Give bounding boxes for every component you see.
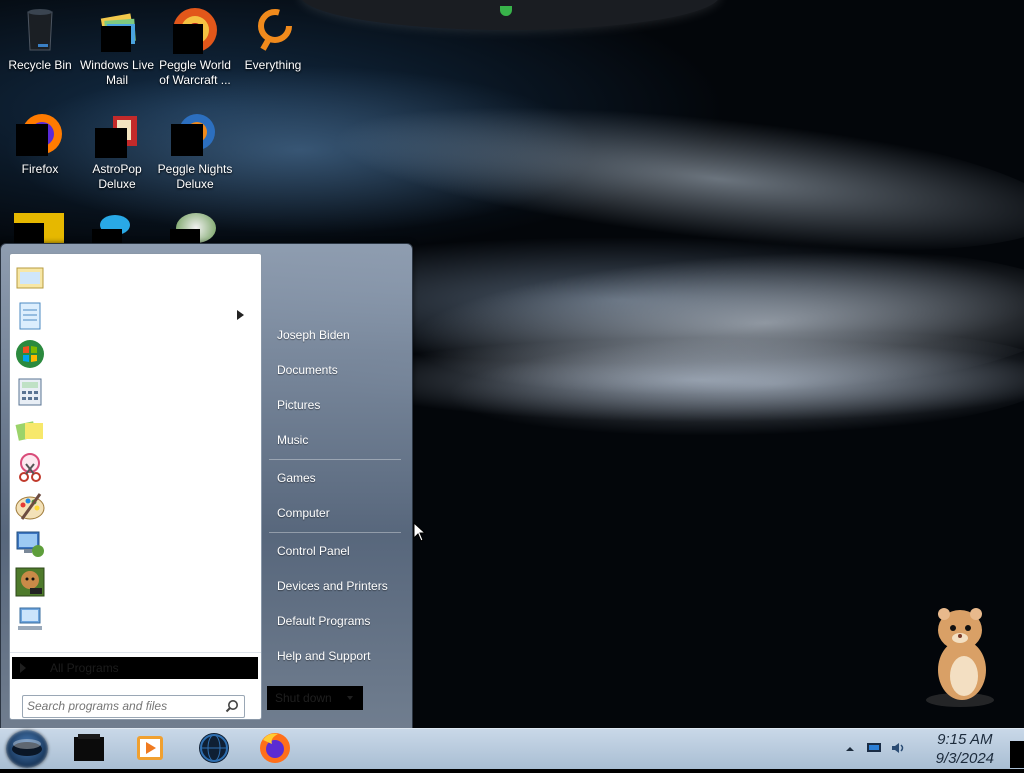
- search-input[interactable]: [27, 698, 219, 713]
- network-tray-icon: [867, 743, 881, 752]
- remote-desktop-icon: [16, 531, 44, 557]
- mouse-cursor-icon: [413, 522, 427, 542]
- volume-tray-icon: [892, 743, 904, 753]
- search-icon[interactable]: [225, 699, 239, 713]
- shutdown-label: Shut down: [275, 691, 332, 705]
- desktop-icon-label: AstroPop Deluxe: [92, 162, 142, 191]
- desktop-icon-partial[interactable]: [170, 213, 220, 243]
- getting-started-icon: [16, 340, 44, 368]
- desktop-icon-astropop[interactable]: AstroPop Deluxe: [77, 104, 157, 192]
- start-item-music[interactable]: Music: [277, 433, 308, 447]
- divider: [269, 459, 401, 460]
- pinned-program[interactable]: [12, 526, 252, 562]
- taskbar-clock[interactable]: 9:15 AM 9/3/2024: [936, 730, 994, 768]
- pinned-program[interactable]: [12, 374, 252, 410]
- show-desktop-button[interactable]: [1010, 741, 1024, 768]
- desktop-icon-label: Peggle World of Warcraft ...: [159, 58, 231, 87]
- pinned-program-with-submenu[interactable]: [12, 298, 252, 334]
- pinned-program[interactable]: [12, 602, 252, 638]
- firefox-icon: [16, 110, 64, 158]
- wallpaper-glow: [300, 0, 720, 30]
- taskbar-firefox[interactable]: [256, 730, 294, 766]
- show-hidden-icons-button[interactable]: [845, 741, 855, 759]
- desktop-icon-label: Windows Live Mail: [79, 58, 155, 87]
- paint-icon: [15, 493, 45, 520]
- chevron-up-icon: [846, 747, 854, 751]
- desktop-icon-windows-live-mail[interactable]: Windows Live Mail: [77, 0, 157, 88]
- calculator-icon: [18, 378, 42, 406]
- desktop-icon-label: Everything: [244, 58, 302, 72]
- pinned-program[interactable]: [12, 260, 252, 296]
- start-item-default-programs[interactable]: Default Programs: [277, 614, 370, 628]
- hamster-gadget[interactable]: [920, 600, 1000, 710]
- tray-volume[interactable]: [890, 741, 906, 760]
- divider: [10, 652, 261, 653]
- network-globe-icon: [199, 733, 229, 763]
- pinned-program[interactable]: [12, 564, 252, 600]
- shutdown-button[interactable]: Shut down: [267, 686, 363, 710]
- start-item-pictures[interactable]: Pictures: [277, 398, 320, 412]
- firefox-icon: [260, 733, 290, 763]
- start-item-documents[interactable]: Documents: [277, 363, 338, 377]
- everything-search-icon: [249, 6, 297, 54]
- start-item-user[interactable]: Joseph Biden: [277, 328, 350, 342]
- desktop-icon-peggle-wow[interactable]: Peggle World of Warcraft ...: [155, 0, 235, 88]
- desktop-icon-partial[interactable]: [14, 213, 64, 243]
- desktop-icon-label: Recycle Bin: [8, 58, 72, 72]
- desktop-icon-firefox[interactable]: Firefox: [0, 104, 80, 177]
- start-item-games[interactable]: Games: [277, 471, 316, 485]
- pinned-program[interactable]: [12, 336, 252, 372]
- start-menu-programs-pane: All Programs: [9, 253, 262, 720]
- desktop-icon-recycle-bin[interactable]: Recycle Bin: [0, 0, 80, 73]
- clock-date: 9/3/2024: [935, 750, 994, 767]
- taskbar-media-player[interactable]: [131, 730, 169, 766]
- astropop-icon: [93, 110, 141, 158]
- notepad-icon: [19, 302, 41, 330]
- peggle-nights-icon: [171, 110, 219, 158]
- tray-network[interactable]: [866, 741, 882, 760]
- windows-live-mail-icon: [93, 6, 141, 54]
- taskbar-network-globe[interactable]: [195, 730, 233, 766]
- pinned-program[interactable]: [12, 450, 252, 486]
- shutdown-options-arrow-icon[interactable]: [347, 696, 353, 700]
- snipping-tool-icon: [19, 453, 41, 482]
- start-item-devices-printers[interactable]: Devices and Printers: [277, 579, 388, 593]
- right-arrow-icon: [20, 663, 26, 673]
- start-menu: All Programs Joseph Biden Documents Pict…: [0, 243, 413, 730]
- all-programs-button[interactable]: All Programs: [12, 657, 258, 679]
- recycle-bin-icon: [16, 6, 64, 54]
- start-item-computer[interactable]: Computer: [277, 506, 330, 520]
- windows-logo-icon: [12, 739, 42, 756]
- start-item-help-support[interactable]: Help and Support: [277, 649, 370, 663]
- clock-time: 9:15 AM: [937, 731, 993, 748]
- pinned-program[interactable]: [12, 488, 252, 524]
- divider: [269, 532, 401, 533]
- sticky-notes-icon: [15, 421, 43, 441]
- pinned-program[interactable]: [12, 412, 252, 448]
- submenu-arrow-icon[interactable]: [237, 310, 244, 320]
- explorer-icon: [74, 734, 104, 761]
- desktop-icon-label: Firefox: [21, 162, 59, 176]
- start-button[interactable]: [6, 730, 48, 768]
- media-player-icon: [137, 736, 163, 760]
- desktop-icon-peggle-nights[interactable]: Peggle Nights Deluxe: [155, 104, 235, 192]
- start-item-control-panel[interactable]: Control Panel: [277, 544, 350, 558]
- desktop-icon-everything[interactable]: Everything: [233, 0, 313, 73]
- network-computer-icon: [18, 607, 42, 630]
- search-box[interactable]: [22, 695, 245, 718]
- taskbar-explorer[interactable]: [70, 730, 108, 766]
- game-box-icon: [15, 567, 45, 597]
- hamster-icon: [926, 608, 994, 707]
- all-programs-label: All Programs: [50, 661, 119, 675]
- peggle-icon: [171, 6, 219, 54]
- desktop-icon-partial[interactable]: [92, 215, 132, 243]
- desktop-icon-label: Peggle Nights Deluxe: [157, 162, 233, 191]
- mail-icon: [16, 267, 44, 289]
